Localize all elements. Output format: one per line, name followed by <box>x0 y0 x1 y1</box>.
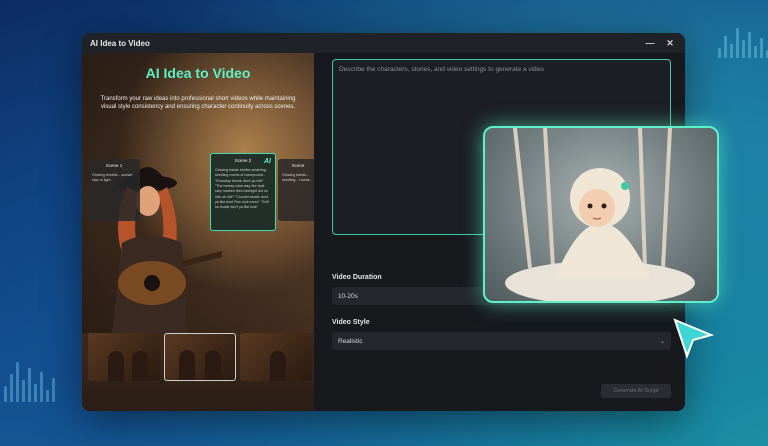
minimize-icon[interactable]: — <box>643 36 657 50</box>
window-title: AI Idea to Video <box>90 38 150 48</box>
duration-label: Video Duration <box>332 274 382 281</box>
scene-text: Glowing tendrils... sunset rays of light… <box>92 172 133 183</box>
scene-text: Glowing bands birdies zestering seedling… <box>215 167 269 210</box>
scene-card-1[interactable]: Scene 1 Glowing tendrils... sunset rays … <box>88 159 140 221</box>
scene-title: Scene <box>291 163 305 168</box>
thumbnail[interactable] <box>88 333 160 381</box>
scene-title: Scene 1 <box>105 163 123 168</box>
promo-panel: Scene 1 Glowing tendrils... sunset rays … <box>82 53 314 411</box>
style-label: Video Style <box>332 319 370 326</box>
thumbnail-selected[interactable] <box>164 333 236 381</box>
close-icon[interactable]: ✕ <box>663 36 677 50</box>
title-bar: AI Idea to Video — ✕ <box>82 33 685 53</box>
ai-badge: AI <box>264 158 271 165</box>
scene-card-2[interactable]: AI Scene 2 Glowing bands birdies zesteri… <box>210 153 276 231</box>
generate-script-button[interactable]: Generate AI Script <box>601 384 671 398</box>
audio-bars-decoration <box>718 28 768 58</box>
promo-description: Transform your raw ideas into profession… <box>100 96 296 111</box>
chevron-down-icon: ⌄ <box>659 338 665 345</box>
promo-heading: AI Idea to Video <box>145 65 251 81</box>
style-value: Realistic <box>338 337 363 345</box>
scene-card-3[interactable]: Scene Glowing bands... seedling... rooms… <box>278 159 314 221</box>
thumbnail-strip <box>88 333 312 381</box>
pointer-cursor-icon-large <box>673 318 714 359</box>
scene-title: Scene 2 <box>234 158 252 163</box>
style-select[interactable]: Realistic ⌄ <box>332 332 671 350</box>
baby-swing-image <box>483 126 719 303</box>
thumbnail[interactable] <box>240 333 312 381</box>
audio-bars-decoration-left <box>4 362 55 402</box>
duration-value: 10-20s <box>338 292 358 300</box>
scene-text: Glowing bands... seedling... rooms... <box>282 172 313 183</box>
